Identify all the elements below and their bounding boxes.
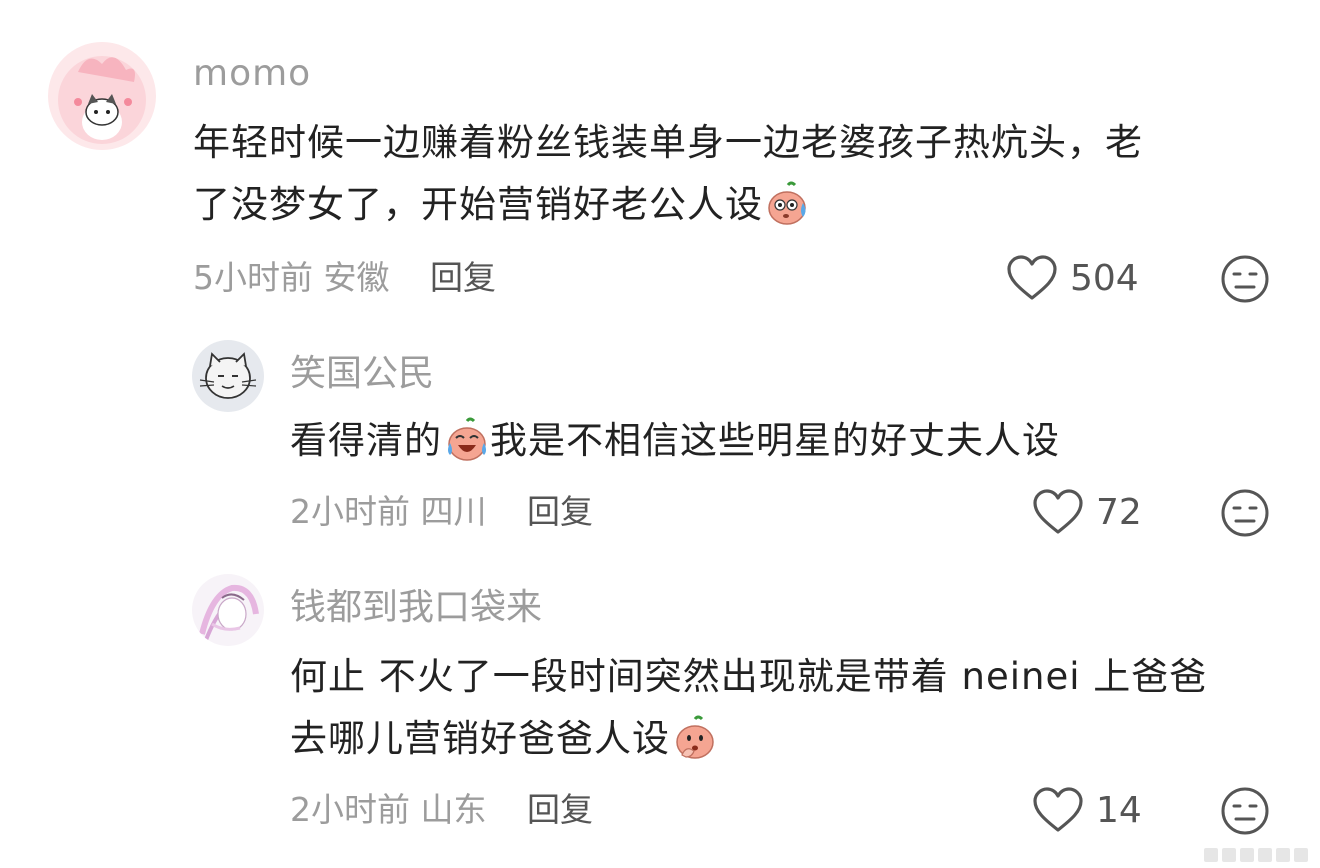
meh-face-icon	[1221, 489, 1269, 537]
comment-line: 了没梦女了，开始营销好老公人设	[193, 174, 1143, 236]
comment-time: 2小时前	[290, 492, 410, 531]
watermark	[1204, 848, 1308, 862]
reply-button[interactable]: 回复	[527, 790, 593, 829]
comment-meta: 5小时前 安徽 回复	[193, 258, 496, 298]
username[interactable]: momo	[193, 54, 311, 94]
dislike-button[interactable]	[1220, 786, 1270, 836]
comment-time: 2小时前	[290, 790, 410, 829]
comment-location: 安徽	[323, 258, 390, 297]
like-button[interactable]: 504	[1006, 254, 1139, 302]
heart-icon	[1007, 255, 1057, 300]
username[interactable]: 笑国公民	[290, 354, 434, 394]
heart-icon	[1033, 787, 1083, 832]
dislike-button[interactable]	[1220, 254, 1270, 304]
like-button[interactable]: 72	[1032, 488, 1142, 536]
comment-location: 四川	[420, 492, 487, 531]
dislike-button[interactable]	[1220, 488, 1270, 538]
comment-line: 年轻时候一边赚着粉丝钱装单身一边老婆孩子热炕头，老	[193, 121, 1143, 164]
reply-button[interactable]: 回复	[527, 492, 593, 531]
like-count: 72	[1096, 491, 1142, 533]
avatar[interactable]	[192, 340, 264, 412]
like-button[interactable]: 14	[1032, 786, 1142, 834]
comment-line: 去哪儿营销好爸爸人设	[290, 708, 1207, 770]
comment-text: 年轻时候一边赚着粉丝钱装单身一边老婆孩子热炕头，老 了没梦女了，开始营销好老公人…	[193, 112, 1143, 236]
comment-list: momo 年轻时候一边赚着粉丝钱装单身一边老婆孩子热炕头，老 了没梦女了，开始营…	[0, 0, 1320, 868]
comment-meta: 2小时前 山东 回复	[290, 790, 593, 830]
comment-text: 看得清的 我是不相信这些明星的好丈夫人设	[290, 410, 1060, 472]
reply-button[interactable]: 回复	[430, 258, 496, 297]
like-count: 504	[1070, 257, 1139, 299]
meh-face-icon	[1221, 255, 1269, 303]
comment-meta: 2小时前 四川 回复	[290, 492, 593, 532]
sweat-peach-icon	[765, 181, 811, 227]
laugh-cry-peach-icon	[444, 417, 490, 463]
avatar[interactable]	[48, 42, 156, 150]
comment-location: 山东	[420, 790, 487, 829]
comment-line-text: 看得清的	[290, 419, 442, 462]
heart-icon	[1033, 489, 1083, 534]
avatar[interactable]	[192, 574, 264, 646]
comment-text: 何止 不火了一段时间突然出现就是带着 neinei 上爸爸 去哪儿营销好爸爸人设	[290, 646, 1207, 770]
comment-line: 何止 不火了一段时间突然出现就是带着 neinei 上爸爸	[290, 655, 1208, 698]
comment-line-text: 去哪儿营销好爸爸人设	[290, 717, 670, 760]
comment-line: 看得清的 我是不相信这些明星的好丈夫人设	[290, 410, 1060, 472]
comment-line-text: 我是不相信这些明星的好丈夫人设	[490, 419, 1060, 462]
meh-face-icon	[1221, 787, 1269, 835]
username[interactable]: 钱都到我口袋来	[290, 588, 542, 628]
like-count: 14	[1096, 789, 1142, 831]
comment-line-text: 了没梦女了，开始营销好老公人设	[193, 183, 763, 226]
comment-time: 5小时前	[193, 258, 313, 297]
thinking-peach-icon	[672, 715, 718, 761]
